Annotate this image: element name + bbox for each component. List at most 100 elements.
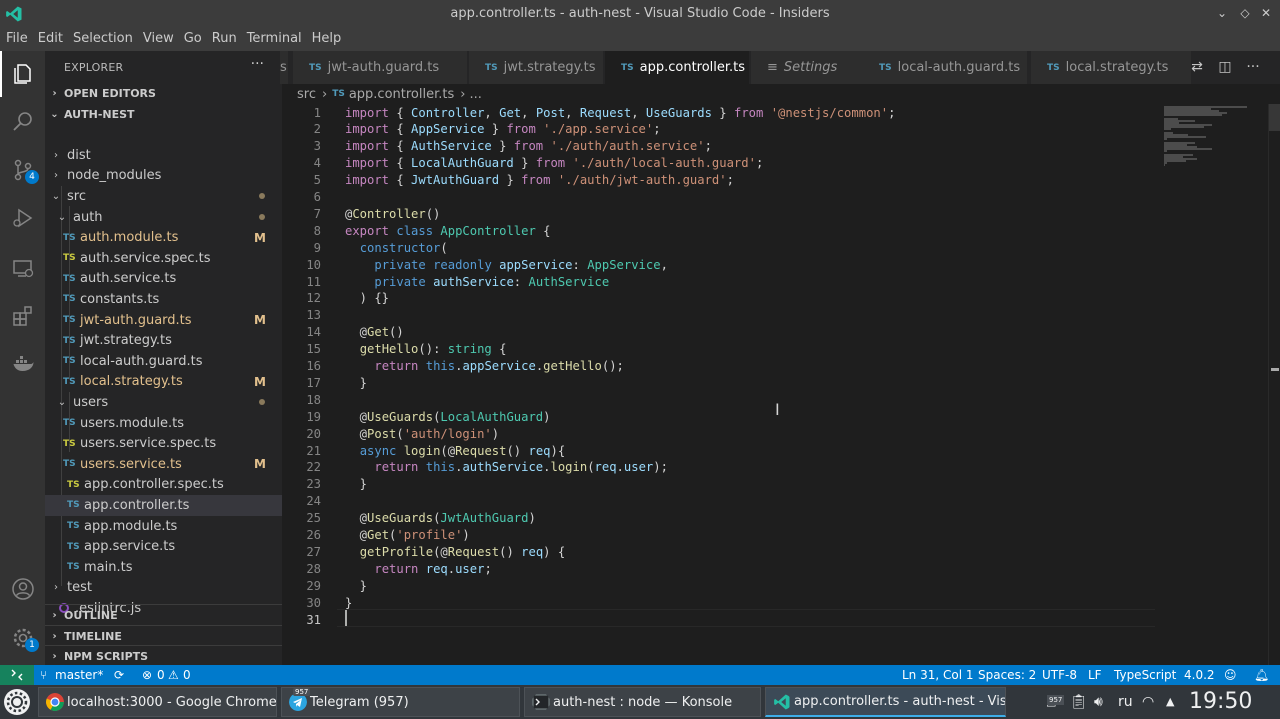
code-editor[interactable]: 1 import { Controller, Get, Post, Request…	[282, 104, 1280, 665]
tree-file[interactable]: TS users.service.spec.ts	[45, 433, 282, 454]
menu-view[interactable]: View	[138, 27, 179, 51]
tree-folder[interactable]: › test	[45, 578, 282, 599]
editor-tab[interactable]: TSapp.controller.ts✕	[605, 51, 750, 84]
code-line: 21 async login(@Request() req){	[282, 443, 1162, 460]
menu-edit[interactable]: Edit	[33, 27, 68, 51]
tree-file[interactable]: TS jwt-auth.guard.ts M	[45, 310, 282, 331]
remote-icon	[11, 669, 23, 681]
more-actions-icon[interactable]: ···	[1244, 59, 1262, 77]
tree-file[interactable]: TS auth.service.ts	[45, 269, 282, 290]
menu-selection[interactable]: Selection	[68, 27, 138, 51]
tree-file[interactable]: TS app.service.ts	[45, 536, 282, 557]
clipboard-icon[interactable]: 📋︎	[1070, 685, 1088, 719]
tree-file[interactable]: TS app.controller.ts	[45, 495, 282, 516]
tree-folder[interactable]: › node_modules	[45, 166, 282, 187]
volume-icon[interactable]: 🔊︎	[1094, 685, 1103, 719]
tree-file[interactable]: TS auth.module.ts M	[45, 227, 282, 248]
tree-file[interactable]: TS main.ts	[45, 557, 282, 578]
editor-tab[interactable]: TS local-auth.guard.ts	[863, 51, 1028, 84]
encoding[interactable]: UTF-8	[1042, 665, 1077, 685]
maximize-icon[interactable]: ◇	[1236, 4, 1254, 22]
tree-file[interactable]: TS users.module.ts	[45, 413, 282, 434]
search-activity[interactable]	[0, 99, 45, 145]
scrollbar-thumb[interactable]	[1269, 104, 1280, 131]
editor-tab[interactable]: TS jwt.strategy.ts	[469, 51, 604, 84]
network-icon[interactable]: ◠	[1142, 685, 1154, 719]
task-telegram[interactable]: 957 Telegram (957)	[281, 687, 520, 717]
tree-file[interactable]: TS jwt.strategy.ts	[45, 330, 282, 351]
minimap-line	[1164, 150, 1168, 152]
indentation[interactable]: Spaces: 2	[978, 665, 1036, 685]
clock[interactable]: 19:50	[1189, 685, 1252, 719]
task-konsole[interactable]: auth-nest : node — Konsole	[524, 687, 761, 717]
extensions-activity[interactable]	[0, 293, 45, 339]
breadcrumb-file[interactable]: app.controller.ts	[349, 87, 454, 102]
end-of-line[interactable]: LF	[1088, 665, 1102, 685]
menu-file[interactable]: File	[1, 27, 33, 51]
tree-file[interactable]: TS app.controller.spec.ts	[45, 475, 282, 496]
menu-help[interactable]: Help	[307, 27, 347, 51]
split-editor-icon[interactable]: ◫	[1216, 59, 1234, 77]
menu-go[interactable]: Go	[179, 27, 207, 51]
menu-terminal[interactable]: Terminal	[242, 27, 307, 51]
tree-file[interactable]: TS local.strategy.ts M	[45, 372, 282, 393]
project-section[interactable]: ⌄ AUTH-NEST	[45, 104, 282, 125]
breadcrumb-folder[interactable]: src	[297, 87, 316, 102]
task-vscode[interactable]: app.controller.ts - auth-nest - Visu...	[765, 687, 1006, 717]
tray-expand-icon[interactable]: ▲	[1166, 685, 1174, 719]
cursor-position[interactable]: Ln 31, Col 1	[902, 665, 974, 685]
more-actions-icon[interactable]: ···	[251, 56, 264, 72]
explorer-activity[interactable]	[0, 51, 45, 97]
timeline-section[interactable]: › TIMELINE	[45, 625, 282, 646]
notifications-icon[interactable]: 🔔︎	[1254, 665, 1269, 685]
remote-indicator[interactable]	[0, 665, 34, 685]
warning-count[interactable]: 0	[183, 665, 191, 685]
chevron-down-icon: ⌄	[51, 190, 61, 202]
editor-tab[interactable]: TS jwt-auth.guard.ts	[293, 51, 468, 84]
open-editors-section[interactable]: › OPEN EDITORS	[45, 83, 282, 104]
editor-tab[interactable]: TS local.strategy.ts	[1031, 51, 1192, 84]
minimap[interactable]	[1162, 104, 1267, 665]
editor-scrollbar[interactable]	[1268, 104, 1280, 665]
npm-scripts-section[interactable]: › NPM SCRIPTS	[45, 645, 282, 666]
typescript-version[interactable]: 4.0.2	[1184, 665, 1215, 685]
tree-folder[interactable]: › dist	[45, 145, 282, 166]
code-line: 6	[282, 189, 1162, 206]
accounts-activity[interactable]	[0, 566, 45, 612]
tree-file[interactable]: TS users.service.ts M	[45, 454, 282, 475]
app-launcher-icon[interactable]	[4, 689, 30, 715]
feedback-icon[interactable]: ☺	[1224, 665, 1237, 685]
line-number: 28	[306, 561, 321, 576]
source-control-activity[interactable]: 4	[0, 147, 45, 193]
line-number: 14	[306, 325, 321, 340]
docker-activity[interactable]	[0, 341, 45, 387]
keyboard-layout[interactable]: ru	[1118, 685, 1133, 719]
task-chrome[interactable]: localhost:3000 - Google Chrome	[38, 687, 277, 717]
tree-folder[interactable]: ⌄ src	[45, 186, 282, 207]
git-branch[interactable]: master*	[55, 665, 103, 685]
manage-activity[interactable]: 1	[0, 615, 45, 661]
outline-section[interactable]: › OUTLINE	[45, 604, 282, 625]
language-mode[interactable]: TypeScript	[1114, 665, 1176, 685]
typescript-file-icon: TS	[67, 521, 80, 532]
tree-file[interactable]: TS local-auth.guard.ts	[45, 351, 282, 372]
editor-tab[interactable]: s	[280, 51, 289, 84]
error-count[interactable]: 0	[157, 665, 165, 685]
minimize-icon[interactable]: ⌄	[1213, 4, 1231, 22]
breadcrumb-separator-icon: ›	[460, 86, 466, 102]
remote-explorer-activity[interactable]	[0, 245, 45, 291]
tree-folder[interactable]: ⌄ auth	[45, 207, 282, 228]
run-debug-activity[interactable]	[0, 195, 45, 241]
tree-file[interactable]: TS auth.service.spec.ts	[45, 248, 282, 269]
tree-file[interactable]: TS app.module.ts	[45, 516, 282, 537]
git-status-badge: M	[254, 374, 266, 389]
close-window-icon[interactable]: ✕	[1257, 4, 1275, 22]
tree-item-label: app.module.ts	[84, 518, 178, 534]
menu-run[interactable]: Run	[207, 27, 242, 51]
compare-icon[interactable]: ⇄	[1188, 59, 1206, 77]
code-line: 9 constructor(	[282, 240, 1162, 257]
sync-icon[interactable]: ⟳	[114, 665, 124, 685]
tree-folder[interactable]: ⌄ users	[45, 392, 282, 413]
tree-file[interactable]: TS constants.ts	[45, 289, 282, 310]
breadcrumb-more[interactable]: ...	[469, 87, 481, 102]
